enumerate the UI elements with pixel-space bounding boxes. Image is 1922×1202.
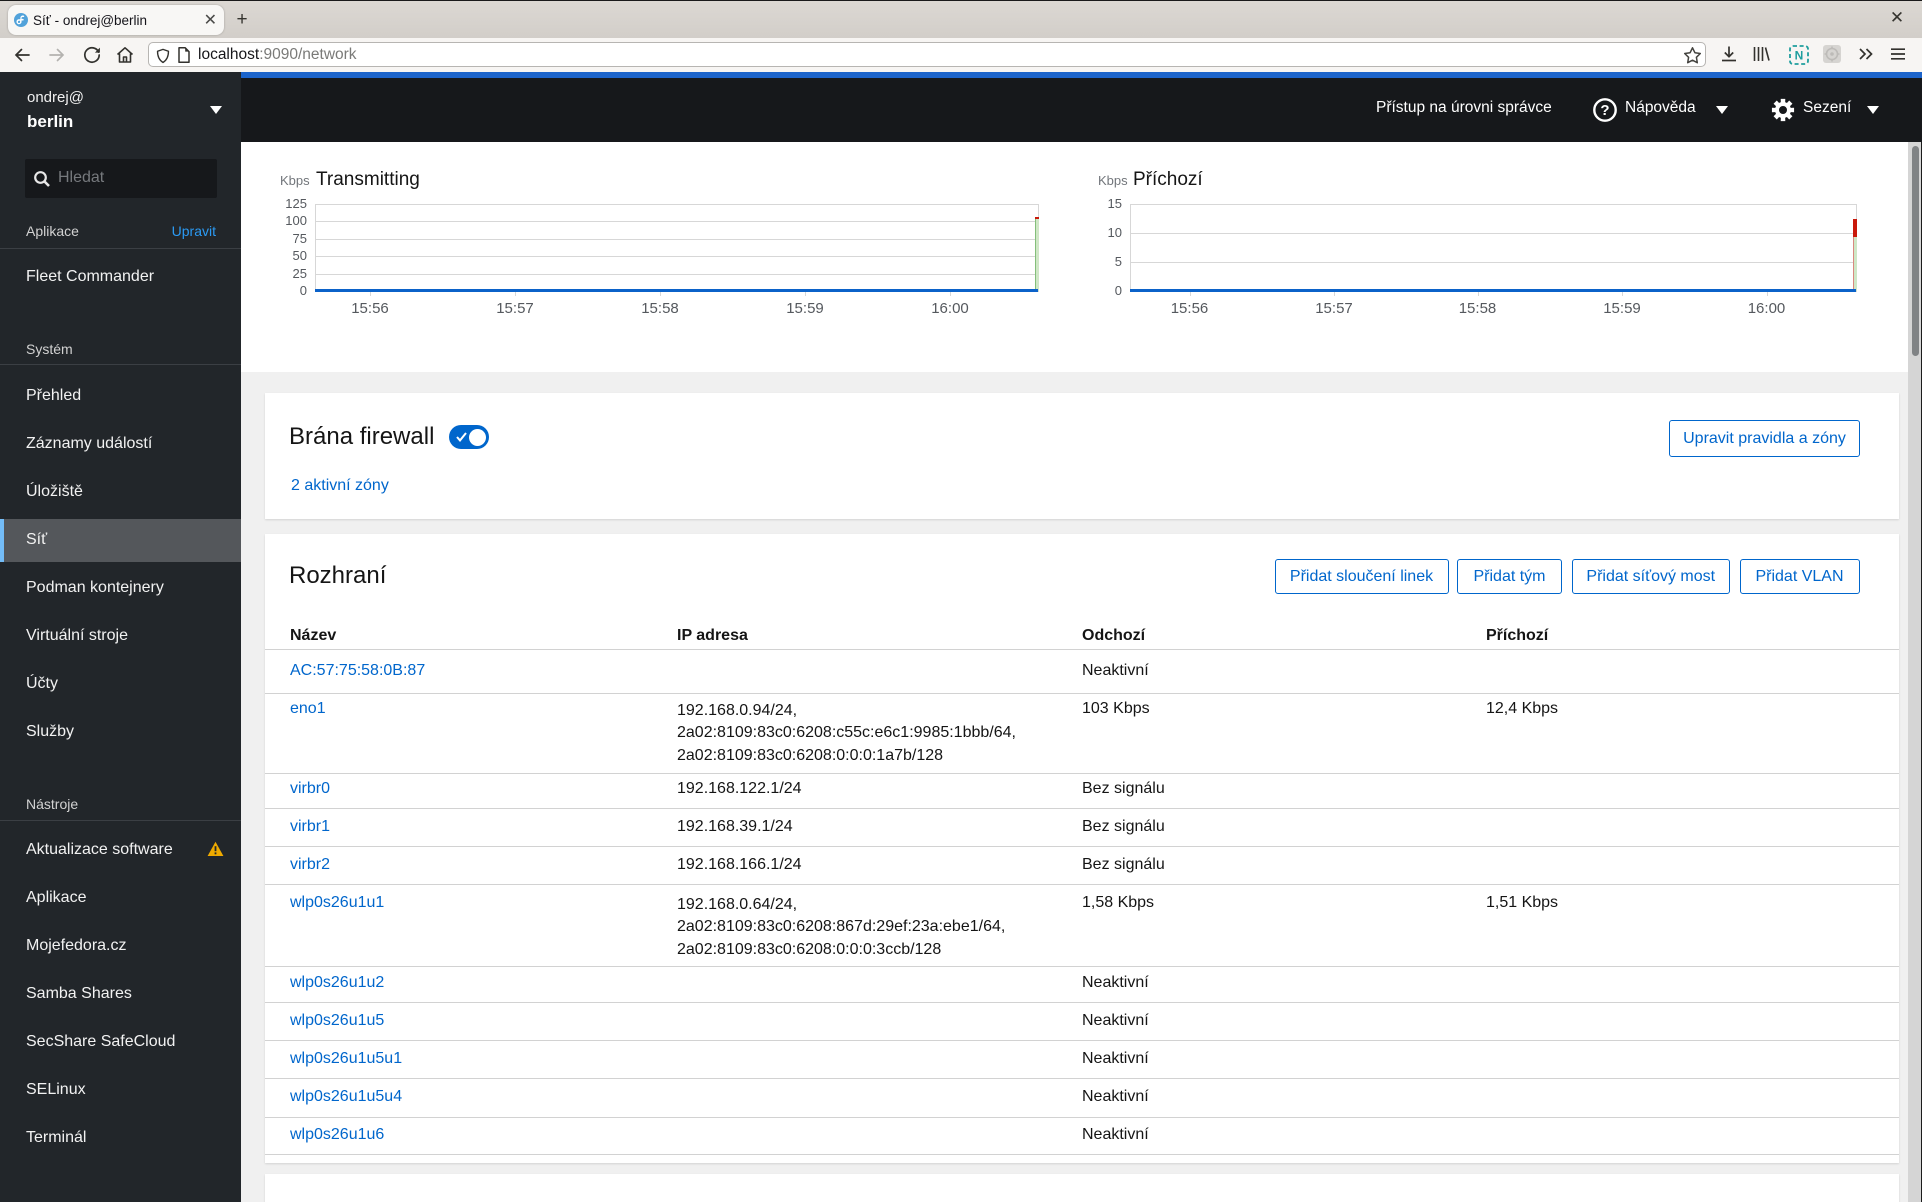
svg-text:?: ?	[1600, 102, 1609, 119]
svg-text:N: N	[1795, 49, 1804, 63]
